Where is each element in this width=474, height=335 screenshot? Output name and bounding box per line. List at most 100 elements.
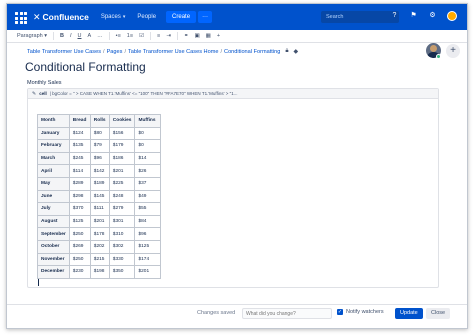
value-cell[interactable]: $174 — [134, 252, 162, 267]
search-input[interactable]: Search — [321, 11, 399, 23]
value-cell[interactable]: $135 — [68, 139, 91, 153]
value-cell[interactable]: $125 — [134, 239, 162, 254]
user-avatar[interactable] — [447, 11, 457, 21]
checkbox-icon[interactable]: ✓ — [337, 309, 343, 315]
month-cell[interactable]: July — [37, 202, 70, 216]
value-cell[interactable]: $230 — [68, 265, 91, 279]
header-cell[interactable]: Cookies — [108, 114, 136, 128]
breadcrumb-item[interactable]: Pages — [107, 49, 123, 55]
macro-header[interactable]: ✎ cell | bgColor = " > CASE WHEN T1.'Muf… — [28, 89, 438, 99]
more-formatting-button[interactable]: … — [97, 33, 103, 39]
app-switcher-icon[interactable] — [12, 9, 28, 25]
value-cell[interactable]: $370 — [68, 202, 91, 216]
header-cell[interactable]: Muffins — [134, 114, 162, 128]
value-cell[interactable]: $302 — [108, 239, 136, 254]
value-cell[interactable]: $156 — [108, 126, 136, 141]
cell-macro[interactable]: ✎ cell | bgColor = " > CASE WHEN T1.'Muf… — [27, 88, 439, 288]
month-cell[interactable]: June — [37, 189, 70, 204]
restrictions-icon[interactable]: 🔒︎ — [285, 48, 288, 55]
value-cell[interactable]: $350 — [108, 265, 136, 279]
value-cell[interactable]: $96 — [134, 227, 162, 241]
table-icon[interactable]: ▦ — [206, 33, 211, 39]
sales-table[interactable]: Month Bread Rolls Cookies Muffins Januar… — [37, 114, 162, 279]
month-cell[interactable]: February — [37, 139, 70, 153]
notifications-icon[interactable]: ⚑ — [409, 11, 418, 20]
value-cell[interactable]: $250 — [68, 252, 91, 267]
bold-button[interactable]: B — [60, 33, 64, 39]
month-cell[interactable]: September — [37, 227, 70, 241]
update-button[interactable]: Update — [395, 308, 423, 319]
add-collaborator-button[interactable]: + — [446, 44, 460, 58]
value-cell[interactable]: $37 — [134, 176, 162, 191]
value-cell[interactable]: $201 — [108, 164, 136, 178]
value-cell[interactable]: $301 — [108, 214, 136, 229]
breadcrumb-item[interactable]: Table Transformer Use Cases Home — [128, 49, 218, 55]
value-cell[interactable]: $145 — [89, 189, 110, 204]
header-cell[interactable]: Rolls — [89, 114, 110, 128]
value-cell[interactable]: $279 — [108, 202, 136, 216]
value-cell[interactable]: $269 — [68, 239, 91, 254]
page-title[interactable]: Conditional Formatting — [25, 60, 146, 74]
change-comment-input[interactable] — [242, 308, 332, 319]
month-cell[interactable]: November — [37, 252, 70, 267]
text-color-button[interactable]: A — [87, 33, 91, 39]
breadcrumb-item[interactable]: Table Transformer Use Cases — [27, 49, 101, 55]
breadcrumb-item[interactable]: Conditional Formatting — [224, 49, 280, 55]
bullet-list-icon[interactable]: •≡ — [116, 33, 121, 39]
underline-button[interactable]: U — [78, 33, 82, 39]
month-cell[interactable]: August — [37, 214, 70, 229]
link-icon[interactable]: ⚭ — [184, 33, 189, 39]
value-cell[interactable]: $298 — [68, 189, 91, 204]
value-cell[interactable]: $248 — [108, 189, 136, 204]
spaces-menu[interactable]: Spaces ▾ — [101, 14, 126, 20]
task-list-icon[interactable]: ☑ — [139, 33, 144, 39]
value-cell[interactable]: $289 — [68, 176, 91, 191]
value-cell[interactable]: $201 — [134, 265, 162, 279]
italic-button[interactable]: I — [70, 33, 72, 39]
more-button[interactable]: ··· — [198, 11, 213, 23]
value-cell[interactable]: $330 — [108, 252, 136, 267]
month-cell[interactable]: April — [37, 164, 70, 178]
value-cell[interactable]: $55 — [134, 202, 162, 216]
value-cell[interactable]: $84 — [134, 214, 162, 229]
month-cell[interactable]: January — [37, 126, 70, 141]
value-cell[interactable]: $0 — [134, 139, 162, 153]
help-icon[interactable]: ? — [390, 11, 399, 20]
insert-icon[interactable]: + — [217, 33, 220, 39]
value-cell[interactable]: $179 — [108, 139, 136, 153]
value-cell[interactable]: $250 — [68, 227, 91, 241]
value-cell[interactable]: $310 — [108, 227, 136, 241]
notify-watchers-checkbox[interactable]: ✓ Notify watchers — [337, 309, 384, 315]
value-cell[interactable]: $186 — [108, 151, 136, 166]
value-cell[interactable]: $0 — [134, 126, 162, 141]
paragraph-style-select[interactable]: Paragraph ▾ — [17, 33, 47, 39]
value-cell[interactable]: $80 — [89, 126, 110, 141]
value-cell[interactable]: $201 — [89, 214, 110, 229]
month-cell[interactable]: May — [37, 176, 70, 191]
header-cell[interactable]: Bread — [68, 114, 91, 128]
people-link[interactable]: People — [137, 14, 156, 20]
page-subtitle[interactable]: Monthly Sales — [27, 80, 62, 86]
value-cell[interactable]: $111 — [89, 202, 110, 216]
close-button[interactable]: Close — [426, 308, 451, 319]
value-cell[interactable]: $125 — [68, 214, 91, 229]
month-cell[interactable]: October — [37, 239, 70, 254]
value-cell[interactable]: $14 — [134, 151, 162, 166]
value-cell[interactable]: $202 — [89, 239, 110, 254]
value-cell[interactable]: $124 — [68, 126, 91, 141]
value-cell[interactable]: $189 — [89, 176, 110, 191]
value-cell[interactable]: $225 — [108, 176, 136, 191]
value-cell[interactable]: $215 — [89, 252, 110, 267]
header-cell[interactable]: Month — [37, 114, 70, 128]
value-cell[interactable]: $245 — [68, 151, 91, 166]
value-cell[interactable]: $49 — [134, 189, 162, 204]
value-cell[interactable]: $96 — [89, 151, 110, 166]
align-icon[interactable]: ≡ — [157, 33, 160, 39]
create-button[interactable]: Create — [166, 11, 197, 23]
indent-icon[interactable]: ⇥ — [166, 33, 171, 39]
month-cell[interactable]: December — [37, 265, 70, 279]
value-cell[interactable]: $26 — [134, 164, 162, 178]
value-cell[interactable]: $198 — [89, 265, 110, 279]
value-cell[interactable]: $178 — [89, 227, 110, 241]
settings-icon[interactable]: ⚙ — [428, 11, 437, 20]
